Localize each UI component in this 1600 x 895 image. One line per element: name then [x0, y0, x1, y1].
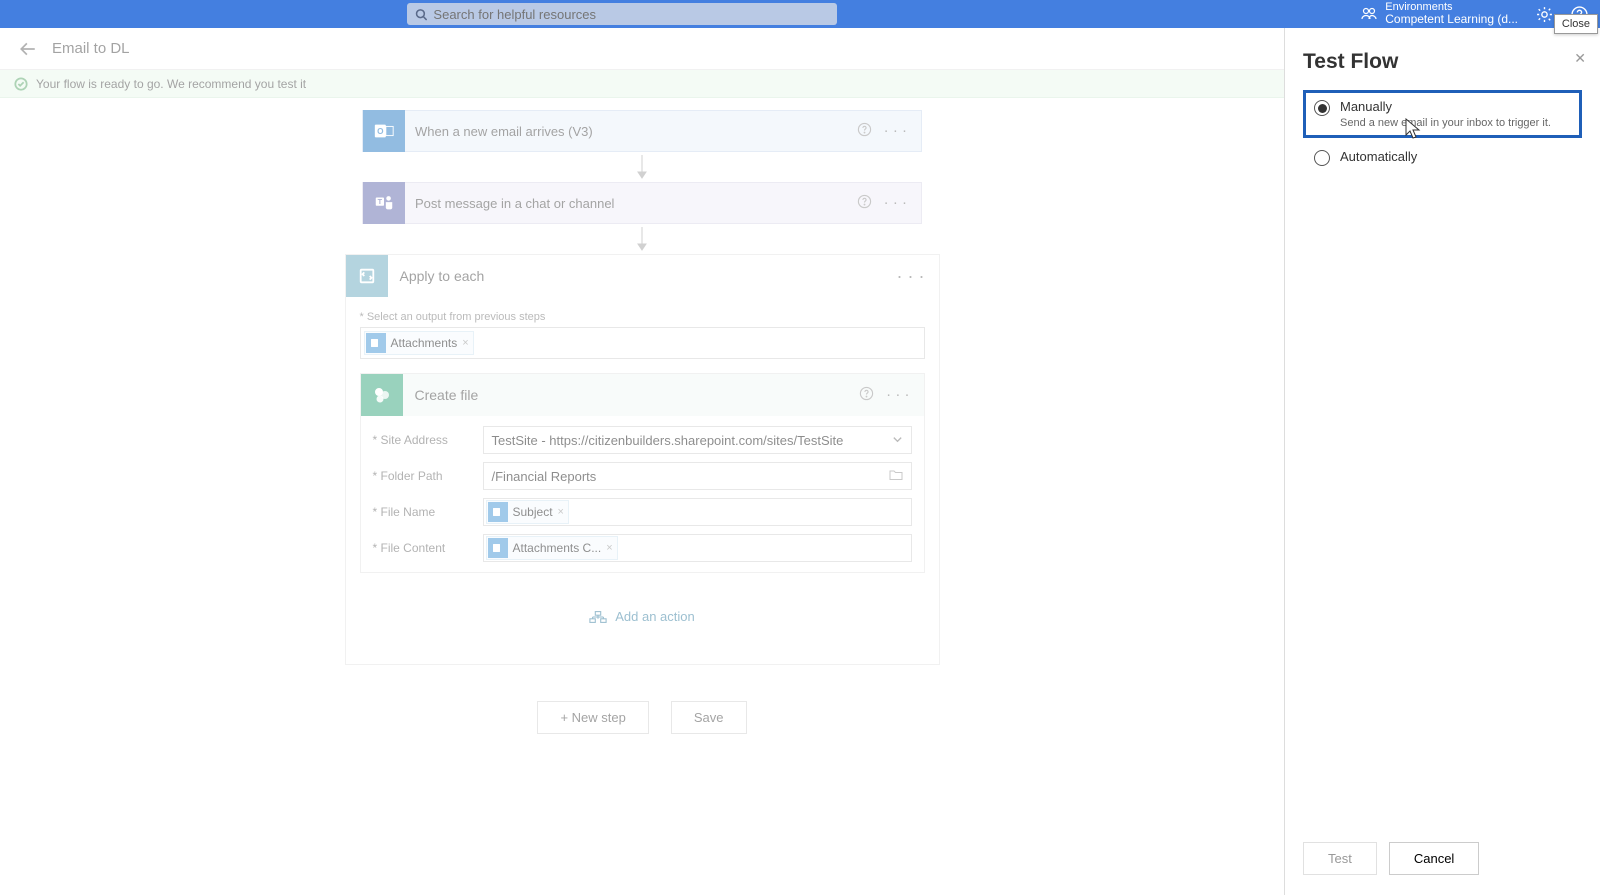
- token-text: Subject: [513, 505, 553, 519]
- teams-card[interactable]: T Post message in a chat or channel · · …: [362, 182, 922, 224]
- add-action-label: Add an action: [615, 609, 695, 624]
- gear-icon[interactable]: [1536, 6, 1553, 23]
- panel-title: Test Flow: [1303, 50, 1582, 74]
- cancel-button[interactable]: Cancel: [1389, 842, 1479, 875]
- connector-arrow: [636, 152, 648, 182]
- search-icon: [415, 8, 427, 21]
- remove-token-icon[interactable]: ×: [606, 542, 612, 554]
- site-address-value: TestSite - https://citizenbuilders.share…: [492, 433, 844, 448]
- test-button[interactable]: Test: [1303, 842, 1377, 875]
- manually-label: Manually: [1340, 99, 1571, 114]
- sharepoint-icon: [361, 374, 403, 416]
- more-icon[interactable]: · · ·: [897, 266, 939, 287]
- automatically-label: Automatically: [1340, 149, 1571, 164]
- outlook-token-icon: [488, 502, 508, 522]
- close-icon[interactable]: ✕: [1574, 50, 1586, 67]
- folder-path-value: /Financial Reports: [492, 469, 597, 484]
- save-button[interactable]: Save: [671, 701, 747, 734]
- attachments-content-token: Attachments C... ×: [486, 536, 618, 560]
- site-address-label: Site Address: [373, 433, 483, 447]
- subject-token: Subject ×: [486, 500, 569, 524]
- help-icon[interactable]: [857, 122, 872, 141]
- token-text: Attachments C...: [513, 541, 602, 555]
- chevron-down-icon: [892, 433, 903, 448]
- trigger-title: When a new email arrives (V3): [415, 124, 857, 139]
- more-icon[interactable]: · · ·: [886, 386, 909, 405]
- test-flow-panel: ✕ Test Flow Manually Send a new email in…: [1284, 28, 1600, 895]
- radio-icon: [1314, 150, 1330, 166]
- environment-icon: [1361, 6, 1377, 22]
- notice-text: Your flow is ready to go. We recommend y…: [36, 77, 306, 91]
- loop-icon: [346, 255, 388, 297]
- environment-selector[interactable]: Environments Competent Learning (d...: [1361, 1, 1518, 26]
- close-tooltip: Close: [1554, 14, 1598, 34]
- select-output-label: Select an output from previous steps: [360, 311, 925, 323]
- check-circle-icon: [14, 77, 28, 91]
- svg-text:T: T: [378, 197, 383, 206]
- apply-to-each-card: Apply to each · · · Select an output fro…: [345, 254, 940, 665]
- env-name: Competent Learning (d...: [1385, 13, 1518, 26]
- outlook-token-icon: [366, 333, 386, 353]
- flow-canvas: O When a new email arrives (V3) · · · T …: [0, 98, 1284, 895]
- folder-picker-icon[interactable]: [889, 469, 903, 484]
- remove-token-icon[interactable]: ×: [558, 506, 564, 518]
- manually-description: Send a new email in your inbox to trigge…: [1340, 117, 1571, 129]
- more-icon[interactable]: · · ·: [884, 122, 907, 141]
- mouse-cursor: [1404, 118, 1422, 145]
- app-header: Environments Competent Learning (d...: [0, 0, 1600, 28]
- automatically-option[interactable]: Automatically: [1303, 140, 1582, 175]
- search-box[interactable]: [407, 3, 837, 25]
- more-icon[interactable]: · · ·: [884, 194, 907, 213]
- add-action-button[interactable]: Add an action: [360, 573, 925, 650]
- file-name-label: File Name: [373, 505, 483, 519]
- trigger-card[interactable]: O When a new email arrives (V3) · · ·: [362, 110, 922, 152]
- page-title: Email to DL: [52, 40, 130, 57]
- help-icon[interactable]: [859, 386, 874, 405]
- create-file-card: Create file · · · Site Address TestSite: [360, 373, 925, 573]
- site-address-select[interactable]: TestSite - https://citizenbuilders.share…: [483, 426, 912, 454]
- create-file-header[interactable]: Create file · · ·: [361, 374, 924, 416]
- outlook-icon: O: [363, 110, 405, 152]
- remove-token-icon[interactable]: ×: [462, 337, 468, 349]
- attachments-token: Attachments ×: [364, 331, 474, 355]
- teams-title: Post message in a chat or channel: [415, 196, 857, 211]
- new-step-button[interactable]: + New step: [537, 701, 648, 734]
- search-input[interactable]: [433, 7, 829, 22]
- file-content-label: File Content: [373, 541, 483, 555]
- token-text: Attachments: [391, 336, 458, 350]
- folder-path-input[interactable]: /Financial Reports: [483, 462, 912, 490]
- output-input[interactable]: Attachments ×: [360, 327, 925, 359]
- folder-path-label: Folder Path: [373, 469, 483, 483]
- radio-icon: [1314, 100, 1330, 116]
- outlook-token-icon: [488, 538, 508, 558]
- apply-header[interactable]: Apply to each · · ·: [346, 255, 939, 297]
- create-file-title: Create file: [415, 387, 860, 403]
- connector-arrow: [636, 224, 648, 254]
- add-action-icon: [589, 610, 607, 624]
- file-name-input[interactable]: Subject ×: [483, 498, 912, 526]
- apply-title: Apply to each: [400, 268, 897, 284]
- teams-icon: T: [363, 182, 405, 224]
- help-icon[interactable]: [857, 194, 872, 213]
- arrow-left-icon: [19, 40, 37, 58]
- back-button[interactable]: [16, 37, 40, 61]
- file-content-input[interactable]: Attachments C... ×: [483, 534, 912, 562]
- svg-text:O: O: [377, 127, 384, 136]
- manually-option[interactable]: Manually Send a new email in your inbox …: [1303, 90, 1582, 138]
